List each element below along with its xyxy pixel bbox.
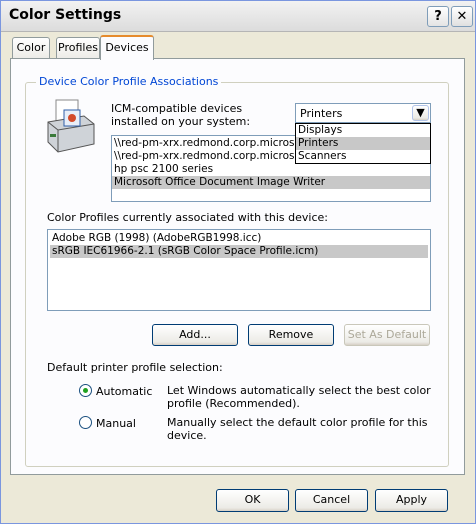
manual-label[interactable]: Manual <box>96 417 136 430</box>
tab-color[interactable]: Color <box>12 37 50 59</box>
printer-icon <box>44 96 96 154</box>
group-legend: Device Color Profile Associations <box>36 75 222 88</box>
add-button[interactable]: Add... <box>152 324 238 346</box>
devices-label: ICM-compatible devices installed on your… <box>111 102 251 128</box>
profiles-list[interactable]: Adobe RGB (1998) (AdobeRGB1998.icc) sRGB… <box>47 229 431 311</box>
list-item[interactable]: Adobe RGB (1998) (AdobeRGB1998.icc) <box>50 232 428 245</box>
tab-devices[interactable]: Devices <box>100 35 154 60</box>
list-item[interactable]: sRGB IEC61966-2.1 (sRGB Color Space Prof… <box>50 245 428 258</box>
apply-button[interactable]: Apply <box>375 489 448 512</box>
automatic-label[interactable]: Automatic <box>96 385 152 398</box>
set-as-default-button[interactable]: Set As Default <box>344 324 430 346</box>
title-bar: Color Settings ? ✕ <box>1 1 475 32</box>
list-item[interactable]: Microsoft Office Document Image Writer <box>112 176 430 189</box>
list-item[interactable]: hp psc 2100 series <box>112 163 430 176</box>
device-type-value: Printers <box>300 107 343 120</box>
ok-button[interactable]: OK <box>216 489 289 512</box>
device-type-combo[interactable]: Printers ▼ <box>295 103 431 123</box>
manual-radio[interactable] <box>79 416 92 429</box>
remove-button[interactable]: Remove <box>248 324 334 346</box>
manual-description: Manually select the default color profil… <box>167 416 428 442</box>
cancel-button[interactable]: Cancel <box>295 489 368 512</box>
close-button[interactable]: ✕ <box>451 6 473 27</box>
window-title: Color Settings <box>9 7 122 23</box>
tab-profiles[interactable]: Profiles <box>56 37 100 59</box>
help-button[interactable]: ? <box>427 6 449 27</box>
profiles-label: Color Profiles currently associated with… <box>47 211 328 224</box>
dropdown-option-printers[interactable]: Printers <box>296 137 430 150</box>
automatic-radio[interactable] <box>79 384 92 397</box>
chevron-down-icon[interactable]: ▼ <box>412 105 429 121</box>
dropdown-option-displays[interactable]: Displays <box>296 124 430 137</box>
device-type-dropdown: Displays Printers Scanners <box>295 123 431 164</box>
dropdown-option-scanners[interactable]: Scanners <box>296 150 430 163</box>
automatic-description: Let Windows automatically select the bes… <box>167 384 431 410</box>
default-selection-label: Default printer profile selection: <box>47 361 223 374</box>
